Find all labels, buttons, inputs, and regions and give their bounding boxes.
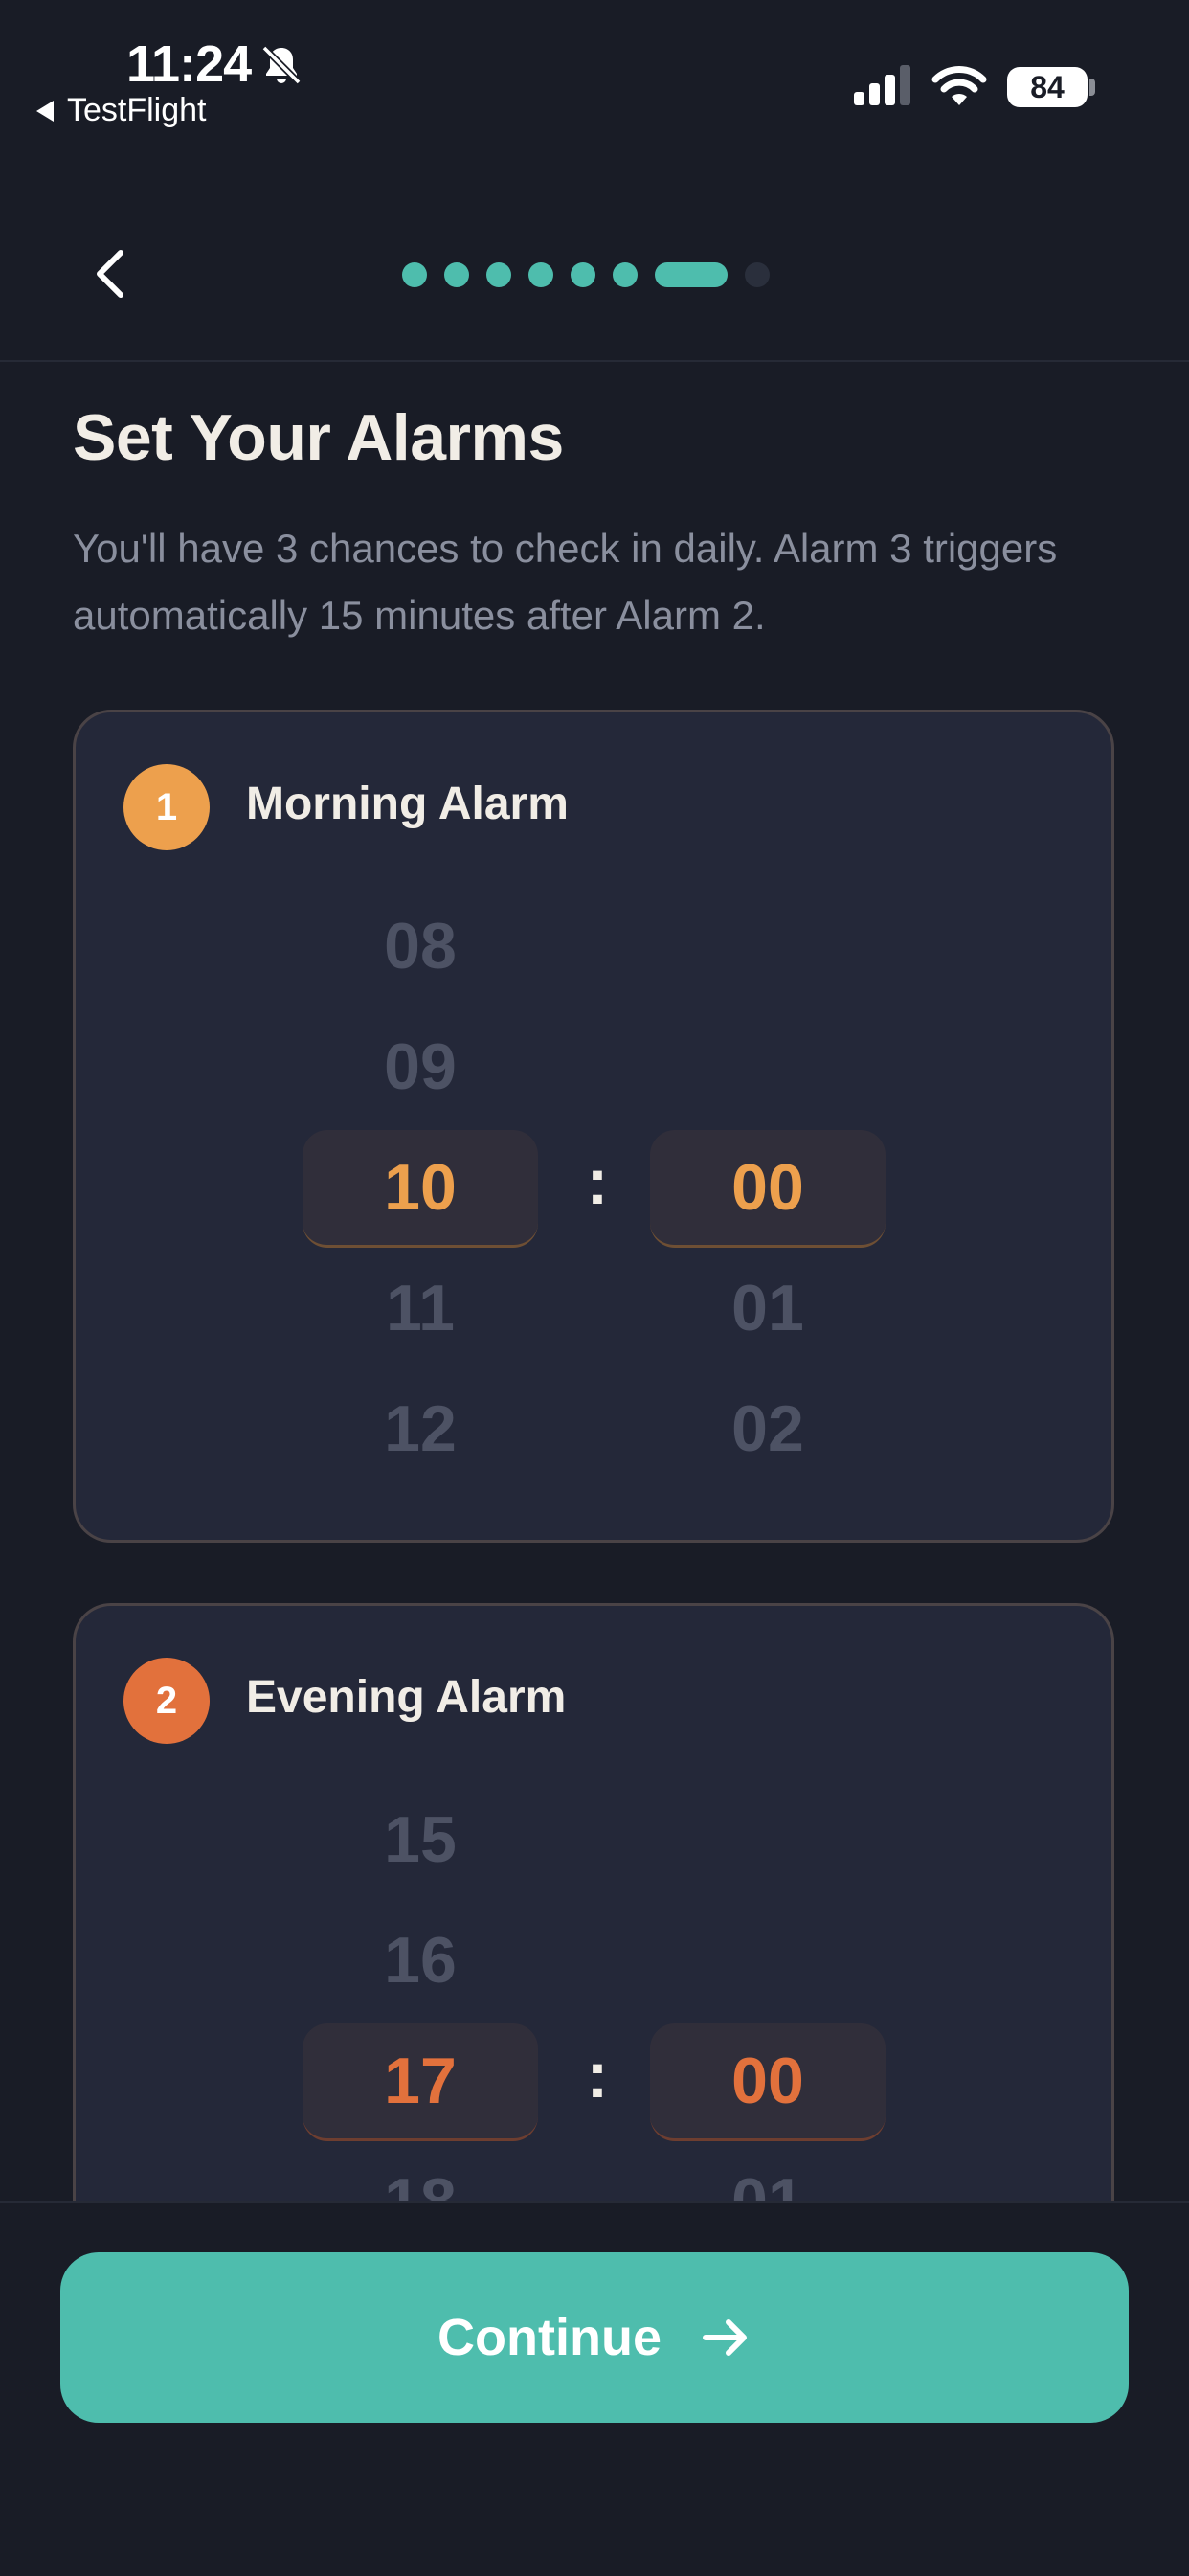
hour-selected[interactable]: 17 xyxy=(303,2023,538,2141)
back-triangle-icon xyxy=(36,100,54,122)
back-button[interactable] xyxy=(77,239,146,308)
progress-dot xyxy=(486,262,511,287)
page-subtitle: You'll have 3 chances to check in daily.… xyxy=(73,526,1058,638)
hour-option[interactable]: 09 xyxy=(303,1009,538,1124)
status-time: 11:24 xyxy=(126,35,252,93)
progress-dot xyxy=(402,262,427,287)
battery-level: 84 xyxy=(1030,70,1065,104)
hour-option[interactable]: 11 xyxy=(303,1251,538,1366)
bell-off-icon xyxy=(261,45,302,85)
progress-dot-current xyxy=(655,262,728,287)
wifi-icon xyxy=(931,66,987,105)
battery-cap xyxy=(1089,79,1095,96)
time-picker: 08 09 10 : 00 11 01 12 02 xyxy=(76,712,1111,1540)
progress-dot-pending xyxy=(745,262,770,287)
morning-alarm-card: 1 Morning Alarm 08 09 10 : 00 11 01 12 0… xyxy=(73,710,1114,1543)
progress-dot xyxy=(613,262,638,287)
evening-alarm-card: 2 Evening Alarm 15 16 17 : 00 18 01 xyxy=(73,1603,1114,2273)
progress-dot xyxy=(571,262,595,287)
arrow-right-icon xyxy=(702,2319,747,2356)
time-picker: 15 16 17 : 00 18 01 xyxy=(76,1606,1111,2273)
header xyxy=(0,124,1189,362)
page-title: Set Your Alarms xyxy=(73,401,564,474)
minute-option[interactable]: 02 xyxy=(650,1371,886,1486)
signal-icon xyxy=(854,65,910,105)
hour-option[interactable]: 16 xyxy=(303,1903,538,2018)
time-separator: : xyxy=(586,1145,609,1218)
progress-dot xyxy=(444,262,469,287)
progress-indicator xyxy=(402,262,770,287)
footer: Continue xyxy=(0,2201,1189,2576)
hour-option[interactable]: 15 xyxy=(303,1782,538,1897)
continue-label: Continue xyxy=(437,2309,662,2366)
battery-icon: 84 xyxy=(1007,67,1088,107)
time-separator: : xyxy=(586,2039,609,2112)
minute-selected[interactable]: 00 xyxy=(650,1130,886,1248)
chevron-left-icon xyxy=(97,250,123,298)
hour-selected[interactable]: 10 xyxy=(303,1130,538,1248)
hour-option[interactable]: 12 xyxy=(303,1371,538,1486)
status-bar: 11:24 TestFlight 84 xyxy=(0,0,1189,128)
progress-dot xyxy=(528,262,553,287)
minute-selected[interactable]: 00 xyxy=(650,2023,886,2141)
continue-button[interactable]: Continue xyxy=(60,2252,1129,2423)
hour-option[interactable]: 08 xyxy=(303,889,538,1004)
minute-option[interactable]: 01 xyxy=(650,1251,886,1366)
